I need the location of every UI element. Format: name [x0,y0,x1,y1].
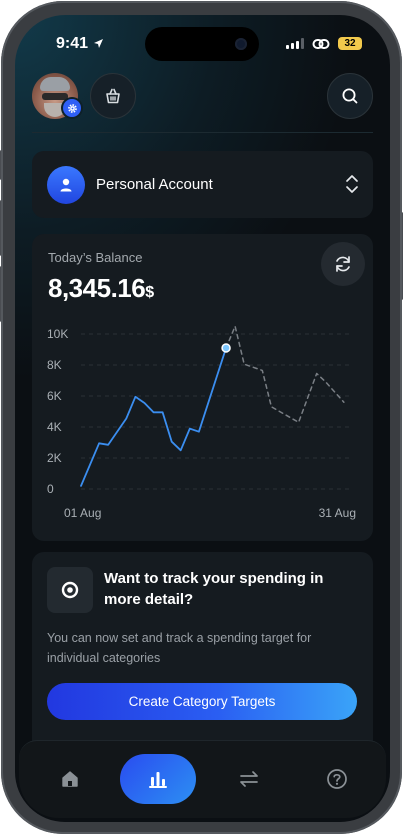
tab-help[interactable] [310,755,364,803]
camera-icon [235,38,247,50]
basket-button[interactable] [90,73,136,119]
chart-y-tick-label: 6K [47,389,62,403]
chart-y-tick-label: 2K [47,451,62,465]
balance-chart: 10K 8K 6K 4K 2K 0 01 Aug 31 Aug [47,325,356,520]
balance-card: Today’s Balance 8,345.16$ 10K 8K 6K 4K 2K 0 01… [32,234,373,541]
chart-current-marker[interactable] [221,343,231,353]
gear-icon[interactable] [63,99,81,117]
tab-transfer[interactable] [222,755,276,803]
tab-stats[interactable] [120,754,196,804]
signal-icon [286,38,304,49]
dynamic-island [145,27,259,61]
chart-y-tick-label: 4K [47,420,62,434]
promo-description: You can now set and track a spending tar… [47,631,312,665]
bar-chart-icon [149,772,167,788]
location-arrow-icon [94,39,103,48]
chart-series-actual [80,347,228,487]
battery-indicator: 32 [338,37,362,50]
target-icon [47,567,93,613]
account-label: Personal Account [96,176,213,193]
header-divider [32,132,373,133]
create-category-targets-button[interactable]: Create Category Targets [47,683,357,720]
tab-bar [19,740,386,818]
chart-y-tick-label: 10K [47,327,68,341]
home-icon [62,771,78,787]
chart-y-tick-label: 0 [47,482,54,496]
status-indicators: 32 [286,37,362,50]
chart-x-label-start: 01 Aug [64,506,101,520]
basket-icon [106,88,120,104]
search-button[interactable] [327,73,373,119]
user-icon [47,166,85,204]
phone-frame: 9:41 32 Personal Account Today’s Balance… [1,1,402,834]
search-icon [342,88,358,104]
transfer-icon [240,771,258,787]
chart-y-tick-label: 8K [47,358,62,372]
account-selector[interactable]: Personal Account [32,151,373,218]
help-icon [327,769,347,789]
chevron-up-down-icon[interactable] [345,173,359,195]
promo-title: Want to track your spending in more deta… [104,570,324,608]
link-icon [312,38,330,49]
status-time: 9:41 [56,35,89,52]
phone-screen: 9:41 32 Personal Account Today’s Balance… [15,15,390,822]
promo-card: Want to track your spending in more deta… [32,552,373,752]
chart-x-label-end: 31 Aug [319,506,356,520]
tab-home[interactable] [43,755,97,803]
chart-series-projected [225,325,345,424]
